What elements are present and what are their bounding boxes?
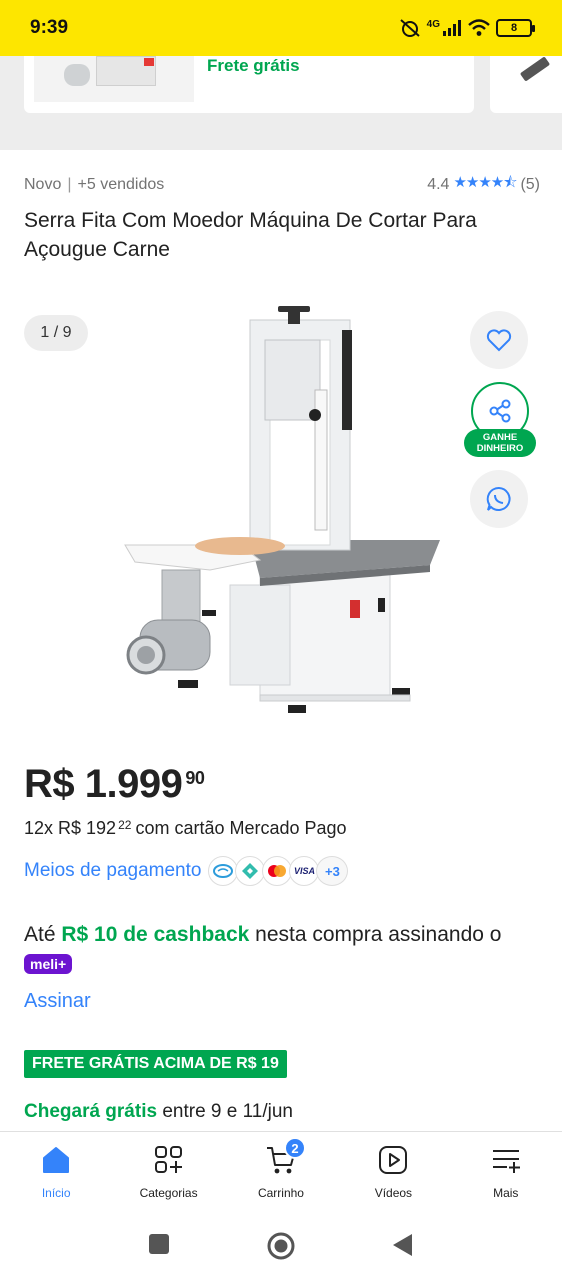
network-type: 4G <box>426 18 440 30</box>
cashback-middle: nesta compra assinando o <box>249 923 502 946</box>
subscribe-link[interactable]: Assinar <box>24 990 91 1013</box>
nav-videos-label: Vídeos <box>374 1186 413 1200</box>
visa-label: VISA <box>293 866 315 876</box>
status-time: 9:39 <box>30 17 69 38</box>
pix-icon <box>235 856 266 886</box>
installments-amount: 12x R$ 192 <box>24 818 117 838</box>
mastercard-icon <box>262 856 293 886</box>
product-page: 9:39 4G 8 Frete grátis Novo | +5 vendidos … <box>0 0 562 1280</box>
earn-badge-line1: GANHE <box>482 432 518 443</box>
product-image[interactable] <box>110 300 450 720</box>
wifi-icon <box>468 19 490 36</box>
alarm-off-icon <box>399 19 420 37</box>
nav-cart[interactable]: 2 Carrinho <box>225 1132 337 1211</box>
delivery-dates: entre 9 e 11/jun <box>157 1101 293 1122</box>
installments-text: com cartão Mercado Pago <box>135 818 347 838</box>
home-icon <box>40 1144 72 1176</box>
heart-icon <box>486 329 512 352</box>
status-icons: 4G 8 <box>399 18 535 38</box>
status-bar: 9:39 4G 8 <box>0 0 562 56</box>
nav-categories[interactable]: Categorias <box>112 1132 224 1211</box>
payment-methods-link[interactable]: Meios de pagamento <box>24 860 201 882</box>
video-icon <box>377 1144 409 1176</box>
earn-money-badge[interactable]: GANHE DINHEIRO <box>464 429 536 457</box>
nav-more-label: Mais <box>493 1186 519 1200</box>
earn-badge-line2: DINHEIRO <box>476 443 524 454</box>
cashback-offer: Até R$ 10 de cashback nesta compra assin… <box>24 920 534 980</box>
recommendation-shipping: Frete grátis <box>207 56 300 75</box>
installments: 12x R$ 192 22 com cartão Mercado Pago <box>24 818 347 839</box>
signal-icon <box>443 20 461 36</box>
bottom-navigation: Início Categorias 2 Carrinho Vídeos Mais <box>0 1131 562 1211</box>
product-title: Serra Fita Com Moedor Máquina De Cortar … <box>24 209 477 261</box>
recommendation-thumbnail <box>34 56 194 102</box>
nav-categories-label: Categorias <box>139 1186 198 1200</box>
nav-home-label: Início <box>41 1186 71 1200</box>
rating-value: 4.4 <box>427 175 450 193</box>
product-price: R$ 1.999 90 <box>24 762 205 807</box>
battery-icon: 8 <box>496 19 535 37</box>
categories-icon <box>153 1144 185 1176</box>
more-payment-methods[interactable]: +3 <box>316 856 349 886</box>
back-icon[interactable] <box>392 1233 414 1257</box>
delivery-estimate: Chegará grátis entre 9 e 11/jun <box>24 1101 293 1123</box>
payment-methods: Meios de pagamento VISA +3 <box>24 856 349 886</box>
nav-cart-label: Carrinho <box>257 1186 304 1200</box>
recommendation-card[interactable]: Frete grátis <box>24 56 474 113</box>
home-button-icon[interactable] <box>266 1231 296 1261</box>
product-meta: Novo | +5 vendidos 4.4 ★★★★⯪ (5) <box>24 172 540 197</box>
rating-stars-icon: ★★★★⯪ <box>453 174 517 191</box>
share-icon <box>489 399 511 423</box>
sold-count: +5 vendidos <box>77 175 165 193</box>
favorite-button[interactable] <box>470 311 528 369</box>
recommendation-card-next[interactable] <box>490 56 562 113</box>
delivery-label: Chegará grátis <box>24 1101 158 1122</box>
meli-plus-badge: meli+ <box>24 954 73 974</box>
review-count: (5) <box>520 175 540 193</box>
recents-icon[interactable] <box>148 1233 170 1255</box>
nav-videos[interactable]: Vídeos <box>337 1132 449 1211</box>
whatsapp-icon <box>486 486 511 511</box>
price-main: R$ 1.999 <box>24 762 183 806</box>
product-condition: Novo | +5 vendidos <box>24 175 165 193</box>
menu-plus-icon <box>490 1144 522 1176</box>
image-counter: 1 / 9 <box>24 315 88 351</box>
visa-icon: VISA <box>289 856 320 886</box>
whatsapp-button[interactable] <box>470 470 528 528</box>
cashback-prefix: Até <box>24 923 62 946</box>
cart-icon: 2 <box>265 1137 306 1176</box>
cart-count-badge: 2 <box>283 1137 306 1159</box>
cashback-amount: R$ 10 de cashback <box>61 923 250 946</box>
installments-cents: 22 <box>118 818 132 832</box>
condition-label: Novo <box>24 175 62 193</box>
mercadopago-card-icon <box>208 856 239 886</box>
recommendation-strip: Frete grátis <box>0 56 562 150</box>
system-navigation <box>0 1211 562 1280</box>
nav-more[interactable]: Mais <box>450 1132 562 1211</box>
price-cents: 90 <box>185 768 205 788</box>
product-rating[interactable]: 4.4 ★★★★⯪ (5) <box>427 172 540 197</box>
nav-home[interactable]: Início <box>0 1132 112 1211</box>
free-shipping-tag: FRETE GRÁTIS ACIMA DE R$ 19 <box>24 1050 287 1078</box>
